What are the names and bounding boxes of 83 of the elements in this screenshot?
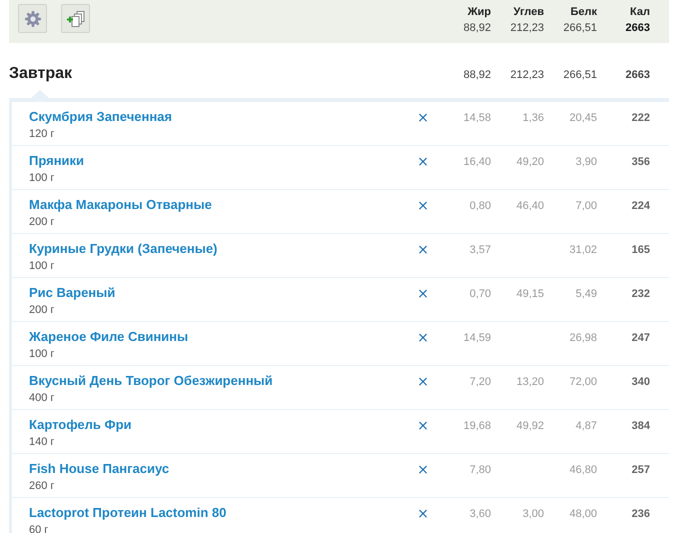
nutrient-value: 31,02 [569, 243, 597, 257]
total-value: 212,23 [510, 21, 544, 35]
food-link[interactable]: Вкусный День Творог Обезжиренный [29, 373, 273, 389]
calorie-value: 224 [632, 199, 650, 213]
calorie-value: 236 [632, 507, 650, 521]
food-link[interactable]: Картофель Фри [29, 417, 132, 433]
food-link[interactable]: Макфа Макароны Отварные [29, 197, 212, 213]
total-value: 88,92 [463, 21, 491, 35]
remove-button[interactable]: × [412, 374, 434, 390]
remove-button[interactable]: × [412, 242, 434, 258]
remove-button[interactable]: × [412, 506, 434, 522]
remove-button[interactable]: × [412, 418, 434, 434]
food-link[interactable]: Пряники [29, 153, 84, 169]
nutrient-value: 3,60 [470, 507, 491, 521]
food-amount: 100 г [29, 347, 54, 361]
nutrient-value: 16,40 [463, 155, 491, 169]
food-link[interactable]: Lactoprot Протеин Lactomin 80 [29, 505, 226, 521]
nutrient-value: 49,15 [516, 287, 544, 301]
nutrient-value: 14,58 [463, 111, 491, 125]
column-header: Кал [630, 5, 650, 19]
food-link[interactable]: Жареное Филе Свинины [29, 329, 188, 345]
nutrient-value: 14,59 [463, 331, 491, 345]
food-link[interactable]: Fish House Пангасиус [29, 461, 170, 477]
add-copy-icon [66, 10, 86, 28]
food-amount: 120 г [29, 127, 54, 141]
remove-button[interactable]: × [412, 286, 434, 302]
food-amount: 200 г [29, 215, 54, 229]
calorie-value: 247 [632, 331, 650, 345]
nutrient-value: 7,20 [470, 375, 491, 389]
nutrient-value: 3,57 [470, 243, 491, 257]
meal-total: 88,92 [463, 68, 491, 82]
calorie-value: 356 [632, 155, 650, 169]
meal-total: 266,51 [563, 68, 597, 82]
nutrient-value: 20,45 [569, 111, 597, 125]
food-amount: 200 г [29, 303, 54, 317]
column-header: Углев [514, 5, 544, 19]
meal-total: 2663 [626, 68, 650, 82]
meal-title: Завтрак [9, 64, 72, 84]
meal-total: 212,23 [510, 68, 544, 82]
nutrient-value: 1,36 [522, 111, 544, 125]
nutrient-value: 49,92 [516, 419, 544, 433]
nutrient-value: 7,80 [470, 463, 491, 477]
settings-button[interactable] [18, 4, 47, 33]
food-link[interactable]: Скумбрия Запеченная [29, 109, 172, 125]
nutrient-value: 46,40 [516, 199, 544, 213]
food-amount: 400 г [29, 391, 54, 405]
nutrient-value: 19,68 [463, 419, 491, 433]
food-amount: 140 г [29, 435, 54, 449]
nutrient-value: 48,00 [569, 507, 597, 521]
nutrient-value: 3,00 [522, 507, 544, 521]
nutrient-value: 5,49 [576, 287, 597, 301]
calorie-value: 165 [632, 243, 650, 257]
nutrient-value: 3,90 [576, 155, 597, 169]
food-amount: 100 г [29, 259, 54, 273]
food-link[interactable]: Рис Вареный [29, 285, 116, 301]
nutrient-value: 72,00 [569, 375, 597, 389]
calorie-value: 257 [632, 463, 650, 477]
nutrient-value: 13,20 [516, 375, 544, 389]
food-link[interactable]: Куриные Грудки (Запеченые) [29, 241, 218, 257]
remove-button[interactable]: × [412, 110, 434, 126]
add-copy-button[interactable] [61, 4, 90, 33]
food-amount: 260 г [29, 479, 54, 493]
nutrient-value: 7,00 [576, 199, 597, 213]
remove-button[interactable]: × [412, 154, 434, 170]
total-value: 2663 [626, 21, 650, 35]
food-amount: 60 г [29, 523, 48, 533]
nutrient-value: 0,80 [470, 199, 491, 213]
nutrient-value: 0,70 [470, 287, 491, 301]
calorie-value: 384 [632, 419, 650, 433]
food-amount: 100 г [29, 171, 54, 185]
remove-button[interactable]: × [412, 198, 434, 214]
nutrient-value: 4,87 [576, 419, 597, 433]
nutrient-value: 26,98 [569, 331, 597, 345]
calorie-value: 222 [632, 111, 650, 125]
nutrient-value: 49,20 [516, 155, 544, 169]
calorie-value: 232 [632, 287, 650, 301]
remove-button[interactable]: × [412, 330, 434, 346]
total-value: 266,51 [563, 21, 597, 35]
nutrient-value: 46,80 [569, 463, 597, 477]
calorie-value: 340 [632, 375, 650, 389]
remove-button[interactable]: × [412, 462, 434, 478]
column-header: Жир [468, 5, 491, 19]
column-header: Белк [570, 5, 597, 19]
